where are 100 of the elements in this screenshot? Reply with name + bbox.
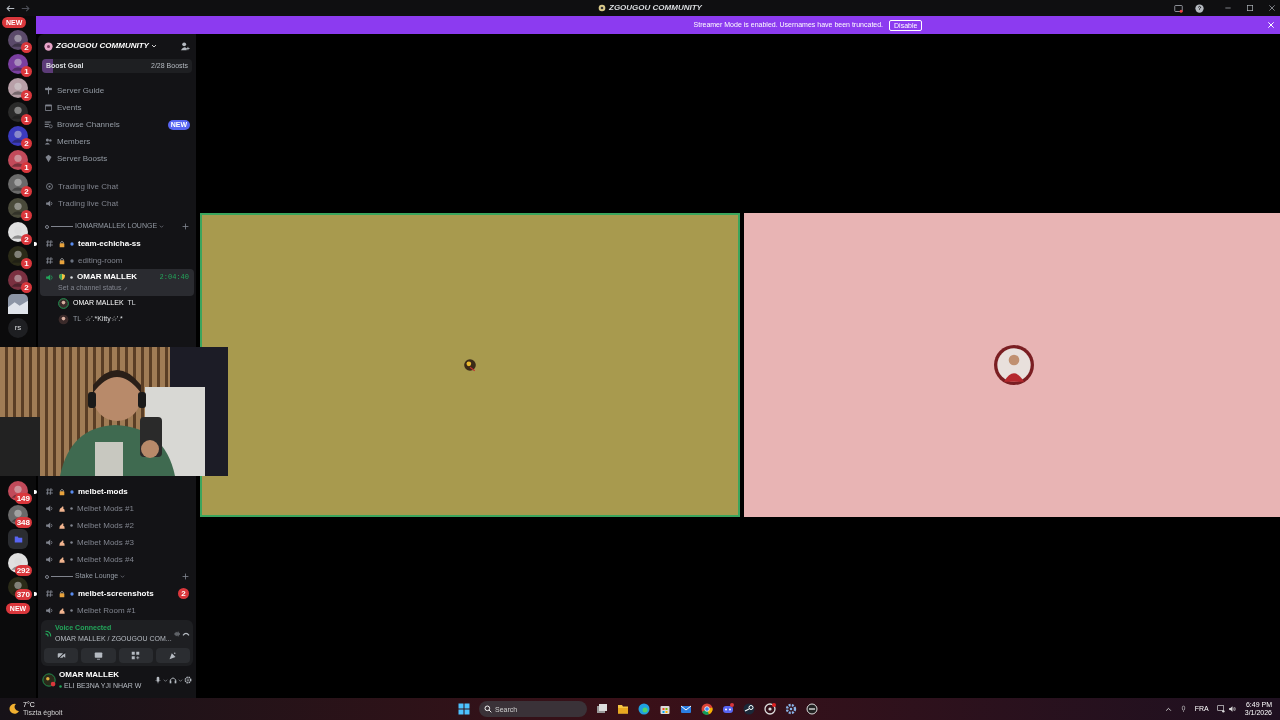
video-tile[interactable] bbox=[744, 213, 1280, 517]
server-icon[interactable]: rs bbox=[8, 318, 28, 338]
speaker-icon bbox=[45, 504, 54, 513]
soundboard-icon bbox=[168, 651, 178, 660]
unread-count: 348 bbox=[14, 517, 32, 528]
settings-icon[interactable] bbox=[785, 703, 797, 715]
server-folder[interactable] bbox=[8, 529, 28, 549]
screen-share-icon bbox=[93, 651, 103, 660]
server-icon[interactable] bbox=[8, 174, 28, 194]
speaker-icon bbox=[45, 272, 54, 282]
server-icon[interactable] bbox=[8, 126, 28, 146]
unread-count: 149 bbox=[14, 493, 32, 504]
voice-channel[interactable]: Melbet Mods #4 bbox=[38, 551, 196, 568]
server-icon[interactable] bbox=[8, 30, 28, 50]
task-view-icon[interactable] bbox=[596, 703, 608, 715]
voice-action-button[interactable] bbox=[118, 648, 153, 663]
unread-count: 2 bbox=[21, 138, 32, 149]
server-icon[interactable] bbox=[8, 150, 28, 170]
user-avatar bbox=[994, 345, 1034, 385]
microphone-icon[interactable] bbox=[154, 676, 162, 684]
text-channel[interactable]: editing-room bbox=[38, 252, 196, 269]
server-icon[interactable] bbox=[8, 246, 28, 266]
hashtag-icon bbox=[45, 487, 54, 496]
back-arrow-icon bbox=[6, 3, 15, 13]
mail-icon[interactable] bbox=[680, 703, 692, 715]
dot-icon bbox=[70, 507, 73, 510]
app-icon[interactable] bbox=[806, 703, 818, 715]
text-channel[interactable]: team-echicha-ss bbox=[38, 235, 196, 252]
chevron-down-icon[interactable] bbox=[163, 677, 168, 683]
unread-count: 1 bbox=[21, 66, 32, 77]
voice-channel[interactable]: Trading live Chat bbox=[38, 178, 196, 195]
inbox-icon bbox=[1174, 3, 1183, 13]
text-channel[interactable]: melbet-screenshots 2 bbox=[38, 585, 196, 602]
server-icon[interactable] bbox=[8, 294, 28, 314]
speaker-icon bbox=[45, 521, 54, 530]
server-icon[interactable] bbox=[8, 222, 28, 242]
server-menu-item[interactable]: Server Guide bbox=[38, 82, 196, 99]
store-icon[interactable] bbox=[659, 703, 671, 715]
headphones-icon[interactable] bbox=[169, 676, 177, 684]
hashtag-icon bbox=[45, 239, 54, 248]
server-icon[interactable] bbox=[8, 198, 28, 218]
record-icon[interactable] bbox=[764, 703, 776, 715]
server-icon[interactable] bbox=[8, 270, 28, 290]
browser-icon[interactable] bbox=[638, 703, 650, 715]
list-icon bbox=[44, 120, 53, 129]
server-name-menu[interactable]: ZGOUGOU COMMUNITY bbox=[56, 40, 157, 52]
speaker-icon bbox=[45, 199, 54, 208]
window-title: ZGOUGOU COMMUNITY bbox=[609, 2, 702, 14]
plus-icon bbox=[182, 223, 189, 230]
unread-count: 1 bbox=[21, 114, 32, 125]
signal-icon bbox=[44, 629, 53, 638]
voice-channel[interactable]: Melbet Mods #3 bbox=[38, 534, 196, 551]
shield-icon bbox=[58, 273, 66, 281]
help-icon bbox=[1195, 3, 1204, 13]
chevron-down-icon bbox=[159, 224, 165, 229]
folder-icon[interactable] bbox=[617, 703, 629, 715]
game-controller-icon[interactable] bbox=[722, 703, 734, 715]
server-icon[interactable] bbox=[8, 102, 28, 122]
steam-icon[interactable] bbox=[743, 703, 755, 715]
server-menu-item[interactable]: Members bbox=[38, 133, 196, 150]
text-channel[interactable]: melbet-mods bbox=[38, 483, 196, 500]
dot-icon bbox=[59, 684, 62, 688]
add-member-icon[interactable] bbox=[180, 41, 190, 51]
settings-icon[interactable] bbox=[184, 676, 192, 684]
dot-icon bbox=[70, 275, 73, 279]
speaker-icon bbox=[45, 538, 54, 547]
voice-channel[interactable]: Trading live Chat bbox=[38, 195, 196, 212]
pencil-icon bbox=[123, 285, 129, 291]
chrome-icon[interactable] bbox=[701, 703, 713, 715]
calendar-icon bbox=[44, 103, 53, 112]
hashtag-icon bbox=[45, 256, 54, 265]
user-name: OMAR MALLEK bbox=[59, 668, 120, 681]
server-icon[interactable] bbox=[8, 54, 28, 74]
padlock-icon bbox=[58, 487, 66, 496]
voice-channel[interactable]: Melbet Mods #1 bbox=[38, 500, 196, 517]
close-icon[interactable] bbox=[1267, 21, 1275, 29]
video-tile[interactable] bbox=[200, 213, 740, 517]
forward-arrow-icon bbox=[21, 3, 30, 13]
close-icon bbox=[1268, 4, 1276, 12]
voice-action-button[interactable] bbox=[44, 648, 79, 663]
chevron-down-icon[interactable] bbox=[178, 677, 183, 683]
dot-icon bbox=[70, 241, 74, 246]
server-logo-icon bbox=[598, 4, 606, 12]
padlock-icon bbox=[58, 239, 66, 248]
voice-action-button[interactable] bbox=[155, 648, 190, 663]
unread-count: 370 bbox=[14, 589, 32, 600]
server-icon[interactable] bbox=[8, 78, 28, 98]
unread-count: 2 bbox=[21, 42, 32, 53]
voice-channel[interactable]: Melbet Mods #2 bbox=[38, 517, 196, 534]
voice-channel[interactable]: Melbet Room #1 bbox=[38, 602, 196, 619]
server-menu-item[interactable]: Server Boosts bbox=[38, 150, 196, 167]
padlock-icon bbox=[58, 589, 66, 598]
windows-start-icon[interactable] bbox=[458, 703, 470, 715]
speaker-icon bbox=[45, 606, 54, 615]
unread-count: 2 bbox=[21, 234, 32, 245]
voice-action-button[interactable] bbox=[81, 648, 116, 663]
unread-count: 2 bbox=[21, 90, 32, 101]
search-icon bbox=[484, 705, 492, 713]
server-menu-item[interactable]: Events bbox=[38, 99, 196, 116]
flexed-arm-icon bbox=[58, 606, 66, 615]
